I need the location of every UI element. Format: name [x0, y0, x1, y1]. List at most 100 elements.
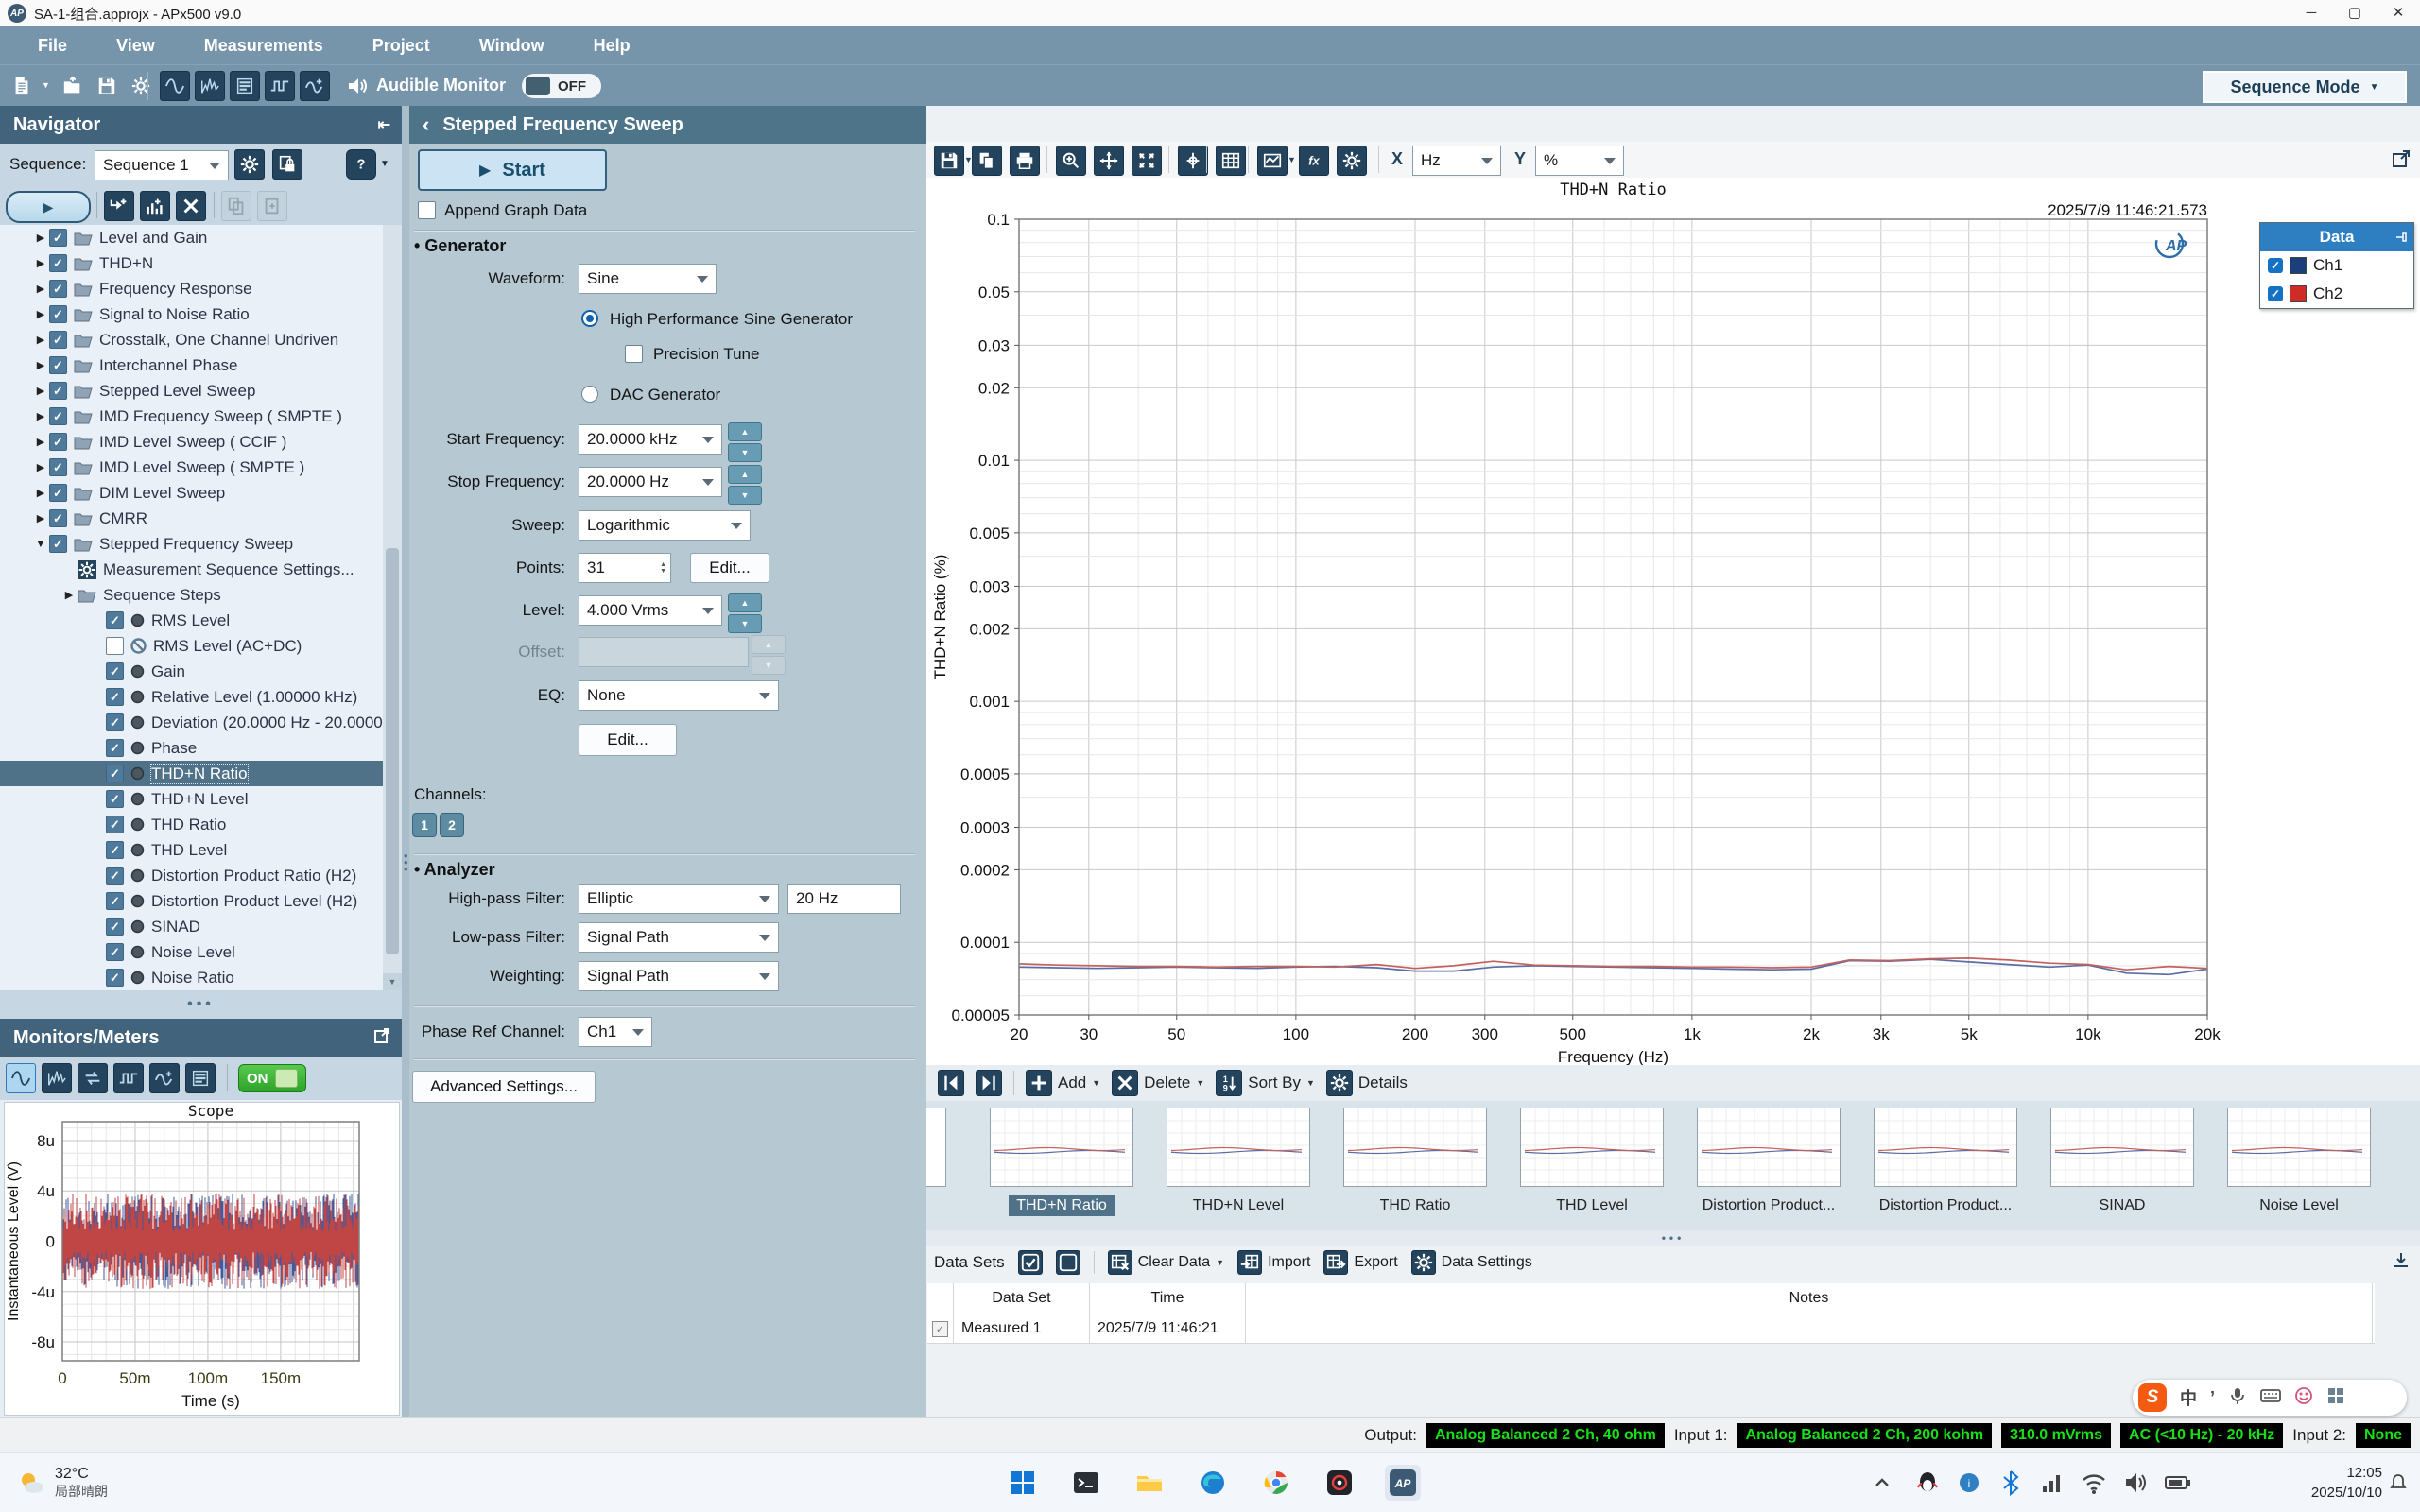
tree-checkbox[interactable]: ✓ — [49, 509, 67, 527]
thumbnail-partial[interactable] — [926, 1108, 946, 1187]
tree-item[interactable]: ✓Phase — [0, 735, 383, 761]
tree-checkbox[interactable]: ✓ — [106, 841, 124, 859]
signal-icon[interactable] — [2036, 1465, 2068, 1501]
tree-item[interactable]: ✓Noise Level — [0, 939, 383, 965]
legend-row[interactable]: ✓Ch1 — [2260, 251, 2413, 280]
tree-checkbox[interactable]: ✓ — [49, 458, 67, 476]
input1-range-badge[interactable]: 310.0 mVrms — [2001, 1423, 2111, 1448]
spinner[interactable]: ▲▼ — [728, 593, 762, 633]
precision-tune-checkbox[interactable] — [625, 345, 643, 363]
spectrum-monitor-icon[interactable] — [195, 71, 225, 101]
square-monitor-icon[interactable] — [265, 71, 295, 101]
tree-item[interactable]: ✓THD+N Ratio — [0, 761, 383, 786]
tree-item[interactable]: ✓SINAD — [0, 914, 383, 939]
caret-icon[interactable]: ▼ — [1092, 1078, 1100, 1088]
tree-checkbox[interactable]: ✓ — [49, 280, 67, 298]
expand-arrow-icon[interactable]: ▶ — [32, 512, 49, 524]
column-header[interactable]: Time — [1090, 1283, 1246, 1314]
open-file-icon[interactable] — [59, 72, 87, 100]
collapse-panel-icon[interactable]: ⇤ — [378, 115, 390, 134]
add-measurement-button[interactable] — [104, 191, 134, 221]
minimize-button[interactable]: ─ — [2290, 0, 2333, 25]
expand-arrow-icon[interactable]: ▶ — [32, 308, 49, 320]
low-pass-filter-select[interactable]: Signal Path — [579, 922, 779, 953]
spinner[interactable]: ▲▼ — [728, 422, 762, 462]
expand-arrow-icon[interactable]: ▶ — [60, 589, 78, 601]
expand-arrow-icon[interactable]: ▶ — [32, 436, 49, 448]
tree-item[interactable]: ✓Deviation (20.0000 Hz - 20.0000 k — [0, 710, 383, 735]
points-edit-button[interactable]: Edit... — [690, 553, 769, 583]
thumbnail-sinad[interactable]: SINAD — [2041, 1108, 2204, 1216]
advanced-settings-button[interactable]: Advanced Settings... — [412, 1071, 596, 1103]
sine-monitor-icon[interactable] — [6, 1063, 36, 1093]
ime-grid-icon[interactable] — [2326, 1386, 2345, 1410]
media-app-icon[interactable] — [1322, 1465, 1357, 1501]
expand-graph-icon[interactable] — [2392, 149, 2411, 173]
eq-edit-button[interactable]: Edit... — [579, 724, 677, 756]
tree-checkbox[interactable]: ✓ — [106, 739, 124, 757]
import-button[interactable]: Import — [1237, 1250, 1310, 1275]
tree-item[interactable]: ▶✓Stepped Level Sweep — [0, 378, 383, 404]
ime-mode-icon[interactable]: 中 — [2180, 1385, 2197, 1410]
sweep-select[interactable]: Logarithmic — [579, 510, 751, 541]
tree-item[interactable]: ▶✓Level and Gain — [0, 225, 383, 250]
ime-keyboard-icon[interactable] — [2260, 1386, 2281, 1410]
terminal-app-icon[interactable] — [1068, 1465, 1104, 1501]
tree-checkbox[interactable]: ✓ — [106, 969, 124, 987]
sort-by-button[interactable]: 19Sort By▼ — [1216, 1070, 1315, 1096]
hp-sine-radio[interactable] — [581, 310, 598, 327]
tree-item[interactable]: ✓THD+N Level — [0, 786, 383, 812]
tree-checkbox[interactable]: ✓ — [49, 356, 67, 374]
pin-icon[interactable] — [2394, 230, 2408, 249]
channel-2-button[interactable]: 2 — [440, 813, 464, 837]
copy-graph-icon[interactable] — [972, 146, 1002, 176]
legend-checkbox[interactable]: ✓ — [2268, 258, 2283, 273]
thumbnail-distortion-product-[interactable]: Distortion Product... — [1687, 1108, 1850, 1216]
close-button[interactable]: ✕ — [2377, 0, 2420, 25]
first-thumbnail-button[interactable] — [938, 1070, 964, 1096]
sweep-monitor-icon[interactable] — [149, 1063, 180, 1093]
tree-checkbox[interactable]: ✓ — [106, 765, 124, 782]
tree-item[interactable]: ✓THD Ratio — [0, 812, 383, 837]
start-button[interactable] — [1005, 1465, 1041, 1501]
graph-settings-icon[interactable] — [1337, 146, 1367, 176]
tree-item[interactable]: ▶✓Crosstalk, One Channel Undriven — [0, 327, 383, 352]
battery-icon[interactable] — [2161, 1465, 2193, 1501]
expand-arrow-icon[interactable]: ▼ — [32, 539, 49, 550]
tree-item[interactable]: ▶✓IMD Level Sweep ( CCIF ) — [0, 429, 383, 455]
sequence-settings-button[interactable] — [234, 149, 265, 180]
weather-icon[interactable] — [15, 1467, 47, 1503]
tree-item[interactable]: ✓Distortion Product Ratio (H2) — [0, 863, 383, 888]
clock-widget[interactable]: 12:05 2025/10/10 — [2311, 1463, 2382, 1503]
start-frequency-combo[interactable]: 20.0000 kHz — [579, 424, 722, 455]
tree-item[interactable]: ▶✓Interchannel Phase — [0, 352, 383, 378]
vertical-splitter[interactable]: ••• — [402, 106, 409, 1418]
zoom-tool-icon[interactable] — [1056, 146, 1086, 176]
cursor-tool-icon[interactable] — [1178, 146, 1208, 176]
audible-monitor-toggle[interactable]: OFF — [522, 74, 601, 98]
monitors-on-toggle[interactable]: ON — [238, 1064, 306, 1092]
ime-punct-icon[interactable]: ’ — [2210, 1388, 2215, 1408]
tree-checkbox[interactable]: ✓ — [106, 867, 124, 885]
caret-icon[interactable]: ▼ — [1306, 1078, 1315, 1088]
scope-chart[interactable]: Scope050m100m150m8u4u0-4u-8uTime (s)Inst… — [4, 1102, 400, 1416]
menu-item-view[interactable]: View — [116, 36, 155, 56]
tree-item[interactable]: ▶✓CMRR — [0, 506, 383, 531]
sine-monitor-icon[interactable] — [160, 71, 190, 101]
horizontal-splitter[interactable]: ••• — [0, 990, 402, 1019]
expand-arrow-icon[interactable]: ▶ — [32, 283, 49, 295]
tree-checkbox[interactable]: ✓ — [106, 611, 124, 629]
wifi-icon[interactable] — [2078, 1465, 2110, 1501]
expand-arrow-icon[interactable]: ▶ — [32, 232, 49, 244]
start-button[interactable]: ▶ Start — [418, 149, 607, 191]
tree-checkbox[interactable]: ✓ — [49, 305, 67, 323]
points-input[interactable]: 31▲▼ — [579, 553, 671, 583]
notifications-icon[interactable] — [2388, 1472, 2409, 1498]
graph-area[interactable]: THD+N Ratio2025/7/9 11:46:21.57320305010… — [926, 178, 2420, 1065]
tree-item[interactable]: ✓Relative Level (1.00000 kHz) — [0, 684, 383, 710]
eq-select[interactable]: None — [579, 680, 779, 711]
channel-1-button[interactable]: 1 — [412, 813, 437, 837]
output-value-badge[interactable]: Analog Balanced 2 Ch, 40 ohm — [1426, 1423, 1665, 1448]
tree-checkbox[interactable]: ✓ — [106, 943, 124, 961]
settings-icon[interactable] — [127, 72, 155, 100]
